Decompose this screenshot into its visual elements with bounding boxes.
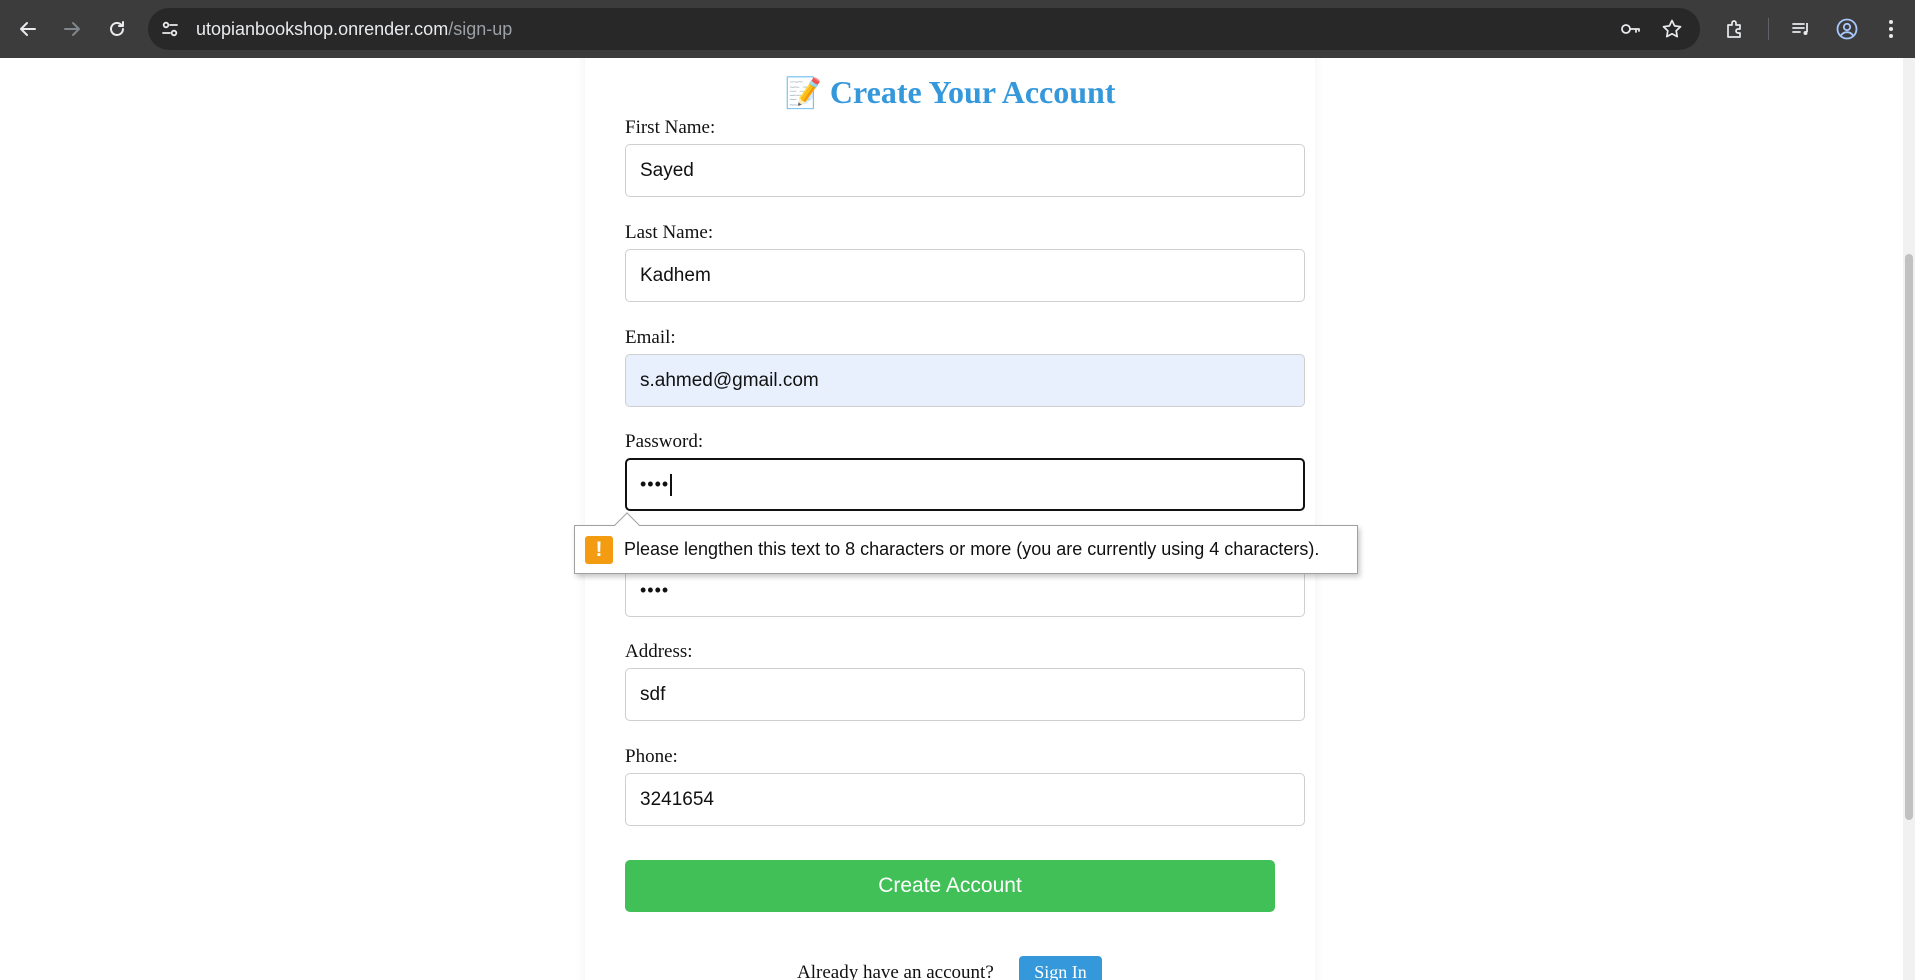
first-name-input[interactable]: Sayed: [625, 144, 1305, 197]
extensions-puzzle-icon[interactable]: [1719, 13, 1751, 45]
url-text: utopianbookshop.onrender.com/sign-up: [196, 8, 512, 50]
password-input[interactable]: ••••: [625, 458, 1305, 511]
create-account-button[interactable]: Create Account: [625, 860, 1275, 912]
scrollbar-thumb[interactable]: [1905, 254, 1913, 820]
reload-button[interactable]: [101, 13, 133, 45]
phone-input[interactable]: 3241654: [625, 773, 1305, 826]
confirm-password-value: ••••: [640, 580, 670, 600]
browser-toolbar: utopianbookshop.onrender.com/sign-up: [0, 0, 1915, 58]
last-name-label: Last Name:: [625, 222, 714, 243]
site-info-icon[interactable]: [158, 17, 182, 41]
forward-button[interactable]: [56, 13, 88, 45]
last-name-input[interactable]: Kadhem: [625, 249, 1305, 302]
password-value: ••••: [640, 474, 670, 494]
menu-kebab-icon[interactable]: [1875, 13, 1907, 45]
password-label: Password:: [625, 431, 704, 452]
reload-icon: [110, 21, 124, 36]
memo-icon: 📝: [784, 77, 822, 110]
first-name-label: First Name:: [625, 117, 716, 138]
already-have-account-text: Already have an account?: [797, 962, 994, 980]
page-title-text: Create Your Account: [829, 74, 1116, 110]
toolbar-divider: [1768, 18, 1769, 40]
url-path: /sign-up: [448, 19, 513, 39]
address-label: Address:: [625, 641, 693, 662]
arrow-right-icon: [64, 22, 80, 36]
profile-avatar-icon[interactable]: [1831, 13, 1863, 45]
phone-label: Phone:: [625, 746, 678, 767]
warning-icon: !: [585, 535, 613, 564]
url-host: utopianbookshop.onrender.com: [196, 19, 449, 39]
signup-card: 📝 Create Your Account First Name: Sayed L…: [585, 58, 1315, 980]
address-bar[interactable]: utopianbookshop.onrender.com/sign-up: [148, 8, 1700, 50]
password-key-icon[interactable]: [1618, 17, 1642, 41]
sign-in-button[interactable]: Sign In: [1019, 956, 1102, 980]
email-label: Email:: [625, 327, 676, 348]
back-button[interactable]: [12, 13, 44, 45]
validation-message: Please lengthen this text to 8 character…: [624, 539, 1320, 559]
arrow-left-icon: [20, 22, 36, 36]
address-input[interactable]: sdf: [625, 668, 1305, 721]
page-title: 📝 Create Your Account: [585, 74, 1315, 111]
media-playlist-icon[interactable]: [1785, 13, 1817, 45]
text-caret: [670, 473, 672, 496]
bookmark-star-icon[interactable]: [1660, 17, 1684, 41]
page-scrollbar[interactable]: [1903, 58, 1915, 980]
validation-bubble: ! Please lengthen this text to 8 charact…: [574, 525, 1358, 574]
page-viewport: 📝 Create Your Account First Name: Sayed L…: [0, 58, 1903, 980]
email-input[interactable]: s.ahmed@gmail.com: [625, 354, 1305, 407]
